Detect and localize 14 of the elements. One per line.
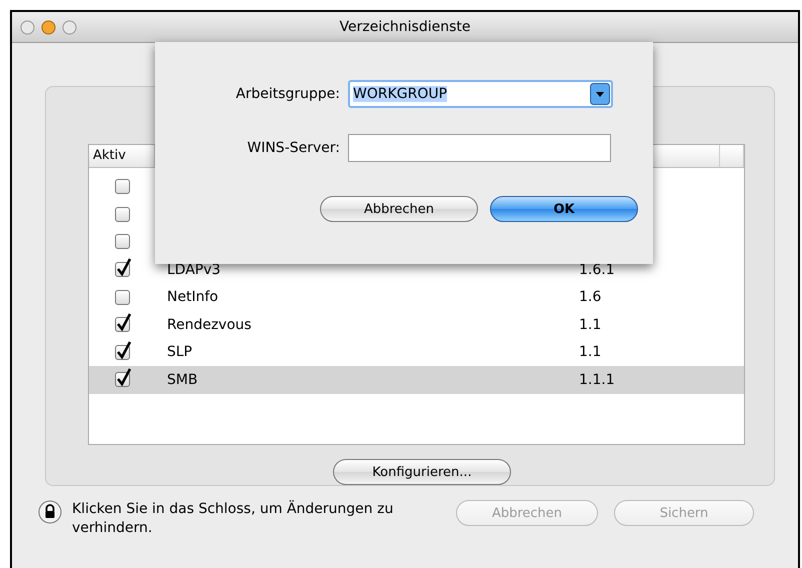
name-cell-text: LDAPv3: [166, 262, 221, 278]
field-label: Arbeitsgruppe:: [234, 86, 341, 102]
name-cell-text: SMB: [166, 372, 198, 388]
version-cell-text: 1.1: [578, 316, 602, 333]
version-cell-text: 1.1: [578, 344, 602, 360]
version-cell-text: 1.6: [578, 289, 602, 306]
name-cell-text: NetInfo: [166, 289, 218, 306]
lock-hint-text: Klicken Sie in das Schloss, um Änderungen zu verhindern.: [72, 500, 394, 538]
field-label: WINS-Server:: [246, 140, 341, 156]
name-cell-text: SLP: [166, 344, 192, 360]
window-title: Verzeichnisdienste: [340, 19, 470, 35]
version-cell-text: 1.1.1: [578, 372, 615, 388]
name-cell-text: Rendezvous: [166, 316, 252, 333]
version-cell-text: 1.6.1: [578, 262, 615, 278]
